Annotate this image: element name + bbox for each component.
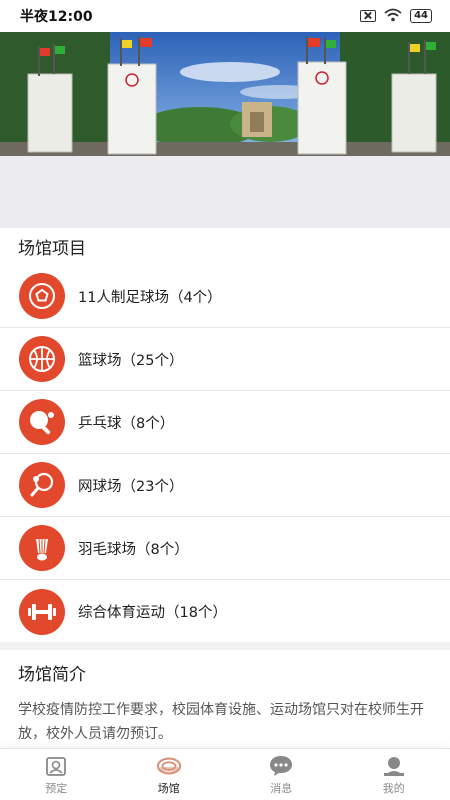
- venue-item-badminton[interactable]: 羽毛球场（8个）: [0, 517, 450, 580]
- status-bar: 半夜12:00 44: [0, 0, 450, 32]
- venue-item-ping-pong[interactable]: 乒乓球（8个）: [0, 391, 450, 454]
- venue-item-tennis[interactable]: 网球场（23个）: [0, 454, 450, 517]
- tab-label: 场馆: [157, 781, 180, 795]
- basketball-icon: [19, 336, 65, 382]
- venue-label: 11人制足球场（4个）: [78, 289, 222, 306]
- venues-section-title: 场馆项目: [18, 239, 86, 259]
- dumbbell-icon: [19, 588, 65, 635]
- venue-icon: [156, 754, 182, 778]
- venue-item-basketball[interactable]: 篮球场（25个）: [0, 328, 450, 391]
- booking-icon: [43, 754, 69, 778]
- bottom-tab-bar: 预定 场馆 消息 我的: [0, 748, 450, 800]
- venue-label: 篮球场（25个）: [78, 352, 184, 369]
- intro-section-title: 场馆简介: [18, 665, 86, 685]
- no-sim-icon: [360, 10, 377, 22]
- profile-icon: [381, 754, 407, 778]
- badminton-icon: [19, 525, 65, 571]
- status-time: 半夜12:00: [20, 9, 93, 25]
- wifi-icon: [384, 7, 402, 26]
- campus-banner[interactable]: [0, 32, 450, 228]
- tab-label: 我的: [382, 781, 405, 795]
- tab-label: 预定: [45, 781, 68, 795]
- venue-list: 11人制足球场（4个） 篮球场（25个） 乒乓球（8个） 网球场（23个） 羽毛…: [0, 265, 450, 643]
- venue-item-soccer[interactable]: 11人制足球场（4个）: [0, 265, 450, 328]
- tab-messages[interactable]: 消息: [225, 749, 338, 800]
- venue-label: 综合体育运动（18个）: [78, 605, 227, 621]
- battery-indicator: 44: [410, 9, 432, 23]
- intro-text: 学校疫情防控工作要求，校园体育设施、运动场馆只对在校师生开放，校外人员请勿预订。: [18, 702, 424, 742]
- venue-label: 网球场（23个）: [78, 478, 184, 495]
- ping-pong-icon: [19, 399, 65, 445]
- tab-profile[interactable]: 我的: [338, 749, 450, 800]
- status-icons: 44: [360, 7, 432, 26]
- section-divider: [0, 642, 450, 650]
- message-icon: [268, 754, 294, 778]
- tab-label: 消息: [270, 781, 293, 795]
- venue-item-fitness[interactable]: 综合体育运动（18个）: [0, 580, 450, 643]
- venue-label: 羽毛球场（8个）: [78, 541, 189, 558]
- tennis-icon: [19, 462, 65, 508]
- campus-gate-photo: [0, 32, 450, 228]
- tab-booking[interactable]: 预定: [0, 749, 113, 800]
- venue-label: 乒乓球（8个）: [78, 415, 175, 432]
- soccer-icon: [19, 273, 65, 319]
- tab-venues[interactable]: 场馆: [113, 749, 226, 800]
